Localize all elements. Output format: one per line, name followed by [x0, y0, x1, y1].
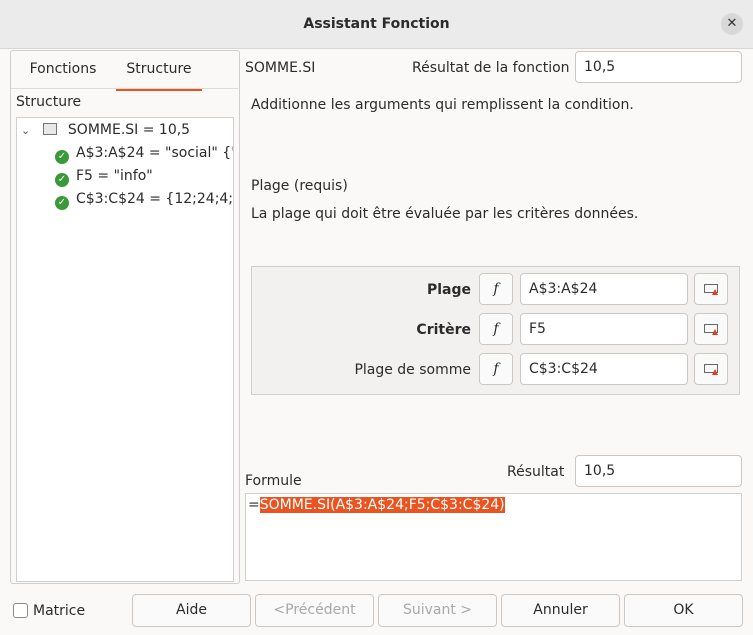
chevron-down-icon[interactable]: ⌄ [21, 120, 33, 142]
formula-selection: SOMME.SI(A$3:A$24;F5;C$3:C$24) [259, 497, 505, 513]
tab-fonctions[interactable]: Fonctions [18, 60, 108, 88]
structure-label: Structure [16, 94, 82, 110]
tab-structure[interactable]: Structure [116, 60, 202, 91]
result-label: Résultat [507, 464, 565, 480]
fx-icon[interactable]: f [479, 313, 513, 345]
tree-item-label: F5 = "info" [76, 168, 153, 184]
check-circle-icon: ✓ [55, 150, 69, 164]
formula-prefix: = [248, 497, 260, 513]
argument-label-plage: Plage [426, 282, 471, 298]
function-description: Additionne les arguments qui remplissent… [251, 97, 634, 113]
parameter-description: La plage qui doit être évaluée par les c… [251, 206, 639, 222]
close-icon[interactable]: ✕ [721, 13, 743, 35]
annuler-button[interactable]: Annuler [501, 594, 620, 627]
shrink-button[interactable] [694, 353, 728, 385]
tree-item-label: A$3:A$24 = "social" {"c [76, 145, 234, 161]
tabs-divider [11, 88, 238, 89]
tree-item[interactable]: ✓ C$3:C$24 = {12;24;4;2;1 [55, 188, 234, 210]
shrink-button[interactable] [694, 313, 728, 345]
argument-input-critere[interactable]: F5 [520, 313, 688, 345]
parameter-title: Plage (requis) [251, 178, 348, 194]
tree-root[interactable]: ⌄ SOMME.SI = 10,5 [21, 119, 190, 141]
arrow-up-icon [712, 289, 718, 295]
precedent-button[interactable]: <Précédent [255, 594, 374, 627]
tree-item[interactable]: ✓ A$3:A$24 = "social" {"c [55, 142, 234, 164]
arrow-up-icon [712, 369, 718, 375]
result-field: 10,5 [575, 455, 742, 487]
fx-icon[interactable]: f [479, 353, 513, 385]
structure-tree[interactable]: ⌄ SOMME.SI = 10,5 ✓ A$3:A$24 = "social" {… [16, 117, 234, 582]
check-circle-icon: ✓ [55, 173, 69, 187]
argument-input-plage[interactable]: A$3:A$24 [520, 273, 688, 305]
shrink-button[interactable] [694, 273, 728, 305]
argument-label-critere: Critère [416, 322, 471, 338]
formula-label: Formule [245, 473, 302, 489]
tree-root-label: SOMME.SI = 10,5 [67, 122, 191, 138]
tree-item-label: C$3:C$24 = {12;24;4;2;1 [76, 191, 234, 207]
ok-button[interactable]: OK [624, 594, 743, 627]
matrice-label: Matrice [33, 603, 86, 619]
suivant-button[interactable]: Suivant > [378, 594, 497, 627]
function-result-label: Résultat de la fonction [412, 60, 570, 76]
check-circle-icon: ✓ [55, 196, 69, 210]
fx-icon[interactable]: f [479, 273, 513, 305]
window-title: Assistant Fonction [303, 16, 450, 32]
function-icon [43, 123, 58, 135]
matrice-checkbox[interactable] [13, 603, 28, 618]
function-name: SOMME.SI [245, 60, 316, 76]
aide-button[interactable]: Aide [132, 594, 251, 627]
argument-input-plage-de-somme[interactable]: C$3:C$24 [520, 353, 688, 385]
tree-item[interactable]: ✓ F5 = "info" [55, 165, 153, 187]
argument-label-plage-de-somme: Plage de somme [354, 362, 471, 378]
function-result-field: 10,5 [575, 51, 742, 83]
formula-editor[interactable]: =SOMME.SI(A$3:A$24;F5;C$3:C$24) [245, 493, 742, 581]
arrow-up-icon [712, 329, 718, 335]
